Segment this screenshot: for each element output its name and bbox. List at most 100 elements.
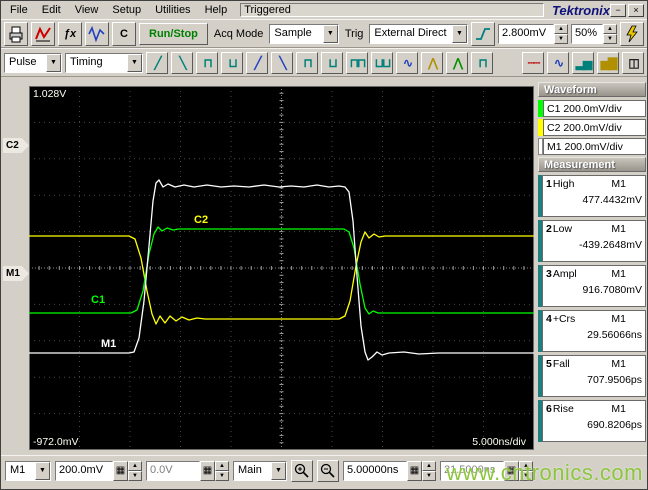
rise-edge-icon[interactable]: ╱	[146, 51, 168, 74]
channel-marker-m1[interactable]: M1	[3, 266, 29, 281]
histogram-icon[interactable]: ▅▇	[597, 51, 619, 74]
spin-down-icon[interactable]	[554, 33, 568, 44]
print-icon[interactable]	[4, 21, 28, 46]
trace-label-m1: M1	[101, 338, 117, 350]
graticule[interactable]: 1.028V -972.0mV 5.000ns/div C2 C1 M1	[29, 86, 534, 450]
chevron-down-icon[interactable]	[322, 24, 338, 43]
trig-slope-icon[interactable]	[471, 21, 495, 46]
measurement-index: 2	[546, 223, 552, 235]
run-stop-button[interactable]: Run/Stop	[139, 22, 208, 45]
split-view-icon[interactable]: ◫	[622, 51, 644, 74]
measurement-name: High	[552, 178, 575, 190]
spin-down-icon[interactable]	[128, 470, 142, 481]
vertical-scale-spinner[interactable]: 200.0mV	[55, 460, 142, 481]
measurement-row[interactable]: 5 Fall M1 707.9506ps	[538, 355, 646, 397]
keypad-icon[interactable]	[113, 460, 128, 481]
pos-pulse-icon[interactable]: ⊓	[196, 51, 218, 74]
measurement-source: M1	[611, 178, 626, 190]
timebase-view-select[interactable]: Main	[233, 460, 287, 481]
math-icon[interactable]: ƒx	[58, 21, 82, 46]
spin-down-icon[interactable]	[422, 470, 436, 481]
spin-down-icon[interactable]	[603, 33, 617, 44]
channel-marker-c2[interactable]: C2	[3, 138, 29, 153]
rise-time-icon[interactable]: ╱	[246, 51, 268, 74]
vertical-offset-spinner[interactable]: 0.0V	[146, 460, 229, 481]
lightning-icon[interactable]	[620, 21, 644, 46]
measurement-row[interactable]: 3 Ampl M1 916.7080mV	[538, 265, 646, 307]
pos-width-icon[interactable]: ⊓	[296, 51, 318, 74]
spin-up-icon[interactable]	[215, 460, 229, 471]
measurement-row[interactable]: 6 Rise M1 690.8206ps	[538, 400, 646, 442]
channel-select[interactable]: M1	[5, 460, 51, 481]
oscilloscope-window: File Edit View Setup Utilities Help Trig…	[0, 0, 648, 490]
eye-diagram-icon[interactable]: ▂▅	[572, 51, 594, 74]
measure-type-select[interactable]: Timing	[65, 52, 143, 73]
c2-scale-readout: C2 200.0mV/div	[543, 119, 646, 136]
neg-pulse-icon[interactable]: ⊔	[221, 51, 243, 74]
chevron-down-icon[interactable]	[127, 53, 142, 72]
chevron-down-icon[interactable]	[46, 53, 61, 72]
tektronix-logo: Tektronix	[551, 2, 610, 18]
horizontal-scale-value[interactable]: 5.00000ns	[343, 460, 407, 481]
trig-level-spinner[interactable]: 2.800mV	[498, 23, 568, 44]
peak-green-icon[interactable]: ⋀	[446, 51, 468, 74]
zoom-in-icon[interactable]	[291, 459, 313, 482]
menu-help[interactable]: Help	[198, 3, 235, 17]
spin-up-icon[interactable]	[422, 460, 436, 471]
menu-edit[interactable]: Edit	[35, 3, 68, 17]
menu-view[interactable]: View	[68, 3, 106, 17]
channel-row-c1[interactable]: C1 200.0mV/div	[538, 100, 646, 117]
measurement-index: 5	[546, 358, 552, 370]
burst-icon[interactable]: ∿	[396, 51, 418, 74]
intensity-value[interactable]: 50%	[571, 23, 603, 44]
trig-source-select[interactable]: External Direct	[369, 23, 468, 44]
keypad-icon[interactable]	[200, 460, 215, 481]
waveform-view-icon[interactable]: ∿	[547, 51, 569, 74]
measurement-value: -439.2648mV	[578, 239, 642, 251]
trig-level-value[interactable]: 2.800mV	[498, 23, 554, 44]
spin-up-icon[interactable]	[128, 460, 142, 471]
peak-yellow-icon[interactable]: ⋀	[421, 51, 443, 74]
spin-down-icon[interactable]	[215, 470, 229, 481]
channel-row-m1[interactable]: M1 200.0mV/div	[538, 138, 646, 155]
neg-width-icon[interactable]: ⊔	[321, 51, 343, 74]
horizontal-scale-spinner[interactable]: 5.00000ns	[343, 460, 436, 481]
c1-scale-readout: C1 200.0mV/div	[543, 100, 646, 117]
mask-test-icon[interactable]	[31, 21, 55, 46]
acq-mode-value: Sample	[274, 26, 312, 39]
menu-file[interactable]: File	[3, 3, 35, 17]
fall-time-icon[interactable]: ╲	[271, 51, 293, 74]
waveform-tool-icon[interactable]	[85, 21, 109, 46]
m1-scale-readout: M1 200.0mV/div	[543, 138, 646, 155]
cursor-lines-icon[interactable]: ┄┄	[522, 51, 544, 74]
zoom-out-icon[interactable]	[317, 459, 339, 482]
chevron-down-icon[interactable]	[271, 461, 286, 480]
measurement-name: Ampl	[552, 268, 577, 280]
measurement-row[interactable]: 1 High M1 477.4432mV	[538, 175, 646, 217]
menu-utilities[interactable]: Utilities	[148, 3, 197, 17]
measure-category-select[interactable]: Pulse	[4, 52, 62, 73]
measurement-row[interactable]: 2 Low M1 -439.2648mV	[538, 220, 646, 262]
keypad-icon[interactable]	[407, 460, 422, 481]
spin-up-icon[interactable]	[603, 23, 617, 34]
menu-setup[interactable]: Setup	[105, 3, 148, 17]
measurement-index: 6	[546, 403, 552, 415]
minimize-button[interactable]: −	[610, 3, 626, 17]
close-button[interactable]: ×	[628, 3, 644, 17]
measurement-value: 477.4432mV	[582, 194, 642, 206]
measurement-name: Low	[552, 223, 573, 235]
intensity-spinner[interactable]: 50%	[571, 23, 617, 44]
period-icon[interactable]: ⊓⊓	[346, 51, 368, 74]
channel-row-c2[interactable]: C2 200.0mV/div	[538, 119, 646, 136]
frequency-icon[interactable]: ⊔⊔	[371, 51, 393, 74]
chevron-down-icon[interactable]	[452, 24, 467, 43]
chevron-down-icon[interactable]	[35, 461, 50, 480]
gate-icon[interactable]: ⊓	[471, 51, 493, 74]
spin-up-icon[interactable]	[554, 23, 568, 34]
vertical-scale-value[interactable]: 200.0mV	[55, 460, 113, 481]
measure-category-value: Pulse	[9, 55, 37, 68]
fall-edge-icon[interactable]: ╲	[171, 51, 193, 74]
clear-data-icon[interactable]: C	[112, 21, 136, 46]
acq-mode-select[interactable]: Sample	[269, 23, 339, 44]
measurement-row[interactable]: 4 +Crs M1 29.56066ns	[538, 310, 646, 352]
